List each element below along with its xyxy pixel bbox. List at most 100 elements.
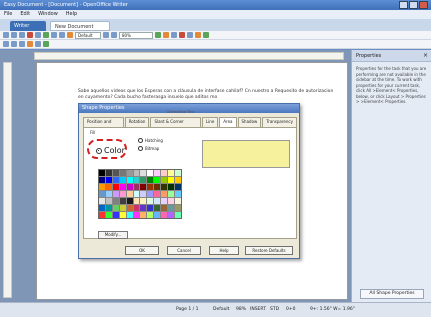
palette-swatch[interactable] [133,191,140,197]
palette-swatch[interactable] [105,212,112,218]
palette-swatch[interactable] [105,198,112,204]
tab-new-document[interactable]: New Document [50,21,110,31]
palette-swatch[interactable] [140,212,147,218]
horizontal-ruler[interactable] [34,52,344,60]
palette-swatch[interactable] [119,205,126,211]
palette-swatch[interactable] [161,184,168,190]
style-combo[interactable]: Default [75,31,101,39]
undo-icon[interactable] [103,32,109,38]
fill-icon[interactable] [195,32,201,38]
menu-window[interactable]: Window [38,10,58,19]
palette-swatch[interactable] [168,212,175,218]
bitmap-option[interactable]: Bitmap [138,146,159,151]
ok-button[interactable]: OK [125,246,159,255]
new-icon[interactable] [3,32,9,38]
palette-swatch[interactable] [175,184,181,190]
color-option[interactable]: Color [96,146,125,155]
open-icon[interactable] [11,32,17,38]
print-icon[interactable] [35,32,41,38]
palette-swatch[interactable] [154,184,161,190]
spellcheck-icon[interactable] [43,32,49,38]
palette-swatch[interactable] [112,198,119,204]
tab-area[interactable]: Area [219,117,237,127]
chart-icon[interactable] [171,32,177,38]
palette-swatch[interactable] [112,170,119,176]
palette-swatch[interactable] [99,205,105,211]
close-button[interactable] [419,1,428,9]
palette-swatch[interactable] [168,177,175,183]
palette-swatch[interactable] [133,170,140,176]
palette-swatch[interactable] [140,170,147,176]
modify-button[interactable]: Modify... [98,231,128,239]
tab-position-size[interactable]: Position and Size [83,117,124,132]
line-icon[interactable] [187,32,193,38]
palette-swatch[interactable] [105,191,112,197]
palette-swatch[interactable] [99,184,105,190]
palette-swatch[interactable] [154,170,161,176]
palette-swatch[interactable] [154,198,161,204]
tab-line[interactable]: Line [201,117,219,127]
palette-swatch[interactable] [154,212,161,218]
palette-swatch[interactable] [168,205,175,211]
color-radio-icon[interactable] [96,147,102,154]
redo-icon[interactable] [111,32,117,38]
palette-swatch[interactable] [168,184,175,190]
minimize-button[interactable] [399,1,408,9]
palette-swatch[interactable] [161,198,168,204]
palette-swatch[interactable] [112,212,119,218]
zoom-combo[interactable]: 80% [119,31,153,39]
palette-swatch[interactable] [105,184,112,190]
palette-swatch[interactable] [140,177,147,183]
copy-icon[interactable] [59,32,65,38]
palette-swatch[interactable] [99,170,105,176]
palette-swatch[interactable] [161,177,168,183]
close-icon[interactable]: × [423,52,428,59]
page-body-text[interactable]: Sabe aquellos videos que los Esperas con… [78,89,340,101]
palette-swatch[interactable] [133,198,140,204]
palette-swatch[interactable] [175,198,181,204]
palette-swatch[interactable] [99,177,105,183]
cancel-button[interactable]: Cancel [167,246,201,255]
rectangle-icon[interactable] [11,41,17,47]
bitmap-radio-icon[interactable] [138,146,143,151]
palette-swatch[interactable] [147,212,154,218]
paste-icon[interactable] [67,32,73,38]
palette-swatch[interactable] [140,205,147,211]
palette-swatch[interactable] [161,170,168,176]
tab-shadow[interactable]: Shadow [237,117,262,127]
color-palette[interactable] [98,169,182,219]
tab-writer[interactable]: Writer [10,21,46,31]
palette-swatch[interactable] [119,191,126,197]
palette-swatch[interactable] [126,212,133,218]
palette-swatch[interactable] [99,198,105,204]
palette-swatch[interactable] [175,170,181,176]
menu-edit[interactable]: Edit [20,10,30,19]
palette-swatch[interactable] [168,198,175,204]
palette-swatch[interactable] [161,205,168,211]
palette-swatch[interactable] [119,184,126,190]
arrange-icon[interactable] [203,32,209,38]
menu-help[interactable]: Help [66,10,77,19]
text-icon[interactable] [27,41,33,47]
image-icon[interactable] [163,32,169,38]
palette-swatch[interactable] [105,170,112,176]
palette-swatch[interactable] [126,170,133,176]
shapes-icon[interactable] [179,32,185,38]
restore-defaults-button[interactable]: Restore Defaults [245,246,293,255]
palette-swatch[interactable] [105,177,112,183]
palette-swatch[interactable] [119,212,126,218]
status-insert[interactable]: INSERT [250,303,266,316]
palette-swatch[interactable] [147,198,154,204]
palette-swatch[interactable] [126,205,133,211]
palette-swatch[interactable] [133,205,140,211]
palette-swatch[interactable] [112,205,119,211]
hatching-option[interactable]: Hatching [138,138,163,143]
palette-swatch[interactable] [175,177,181,183]
palette-swatch[interactable] [140,198,147,204]
tab-slant[interactable]: Slant & Corner Radius [150,117,201,132]
palette-swatch[interactable] [133,184,140,190]
palette-swatch[interactable] [147,177,154,183]
status-std[interactable]: STD [270,303,279,316]
palette-swatch[interactable] [126,184,133,190]
palette-swatch[interactable] [112,184,119,190]
